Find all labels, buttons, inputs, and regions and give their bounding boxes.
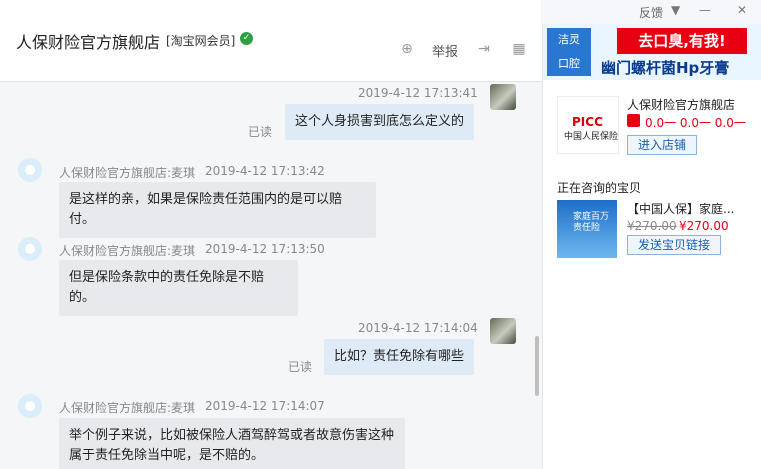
sender-name: 人保财险官方旗舰店:麦琪 <box>59 401 196 415</box>
grid-icon[interactable]: ▦ <box>510 40 528 58</box>
window-controls: 反馈 ▼ — ✕ <box>541 0 761 24</box>
shop-sidebar: 洁灵 口腔 去口臭,有我! 幽门螺杆菌Hp牙膏 PICC 中国人民保险 人保财险官… <box>542 24 761 469</box>
shop-rating: 0.0一 0.0一 0.0一 <box>645 116 746 130</box>
menu-dropdown-icon[interactable]: ▼ <box>671 3 680 17</box>
sender-name: 人保财险官方旗舰店:麦琪 <box>59 244 196 258</box>
ad-headline: 去口臭,有我! <box>617 28 747 54</box>
message-time: 2019-4-12 17:13:41 <box>358 86 478 100</box>
message-time: 2019-4-12 17:14:07 <box>205 399 325 413</box>
shop-rating-icon <box>627 114 640 127</box>
close-button[interactable]: ✕ <box>737 3 747 17</box>
report-button[interactable]: 举报 <box>432 41 458 60</box>
ad-brand-logo: 洁灵 口腔 <box>547 28 591 76</box>
read-status: 已读 <box>248 125 273 139</box>
avatar[interactable] <box>490 84 516 110</box>
message-bubble: 是这样的亲，如果是保险责任范围内的是可以赔付。 <box>59 182 376 238</box>
enter-shop-button[interactable]: 进入店铺 <box>627 135 697 155</box>
message-time: 2019-4-12 17:13:50 <box>205 242 325 256</box>
message-bubble: 但是保险条款中的责任免除是不赔的。 <box>59 260 298 316</box>
message-bubble: 比如？责任免除有哪些 <box>324 339 474 375</box>
consulting-label: 正在咨询的宝贝 <box>557 181 642 195</box>
ad-banner[interactable]: 洁灵 口腔 去口臭,有我! 幽门螺杆菌Hp牙膏 <box>543 24 761 80</box>
avatar[interactable] <box>18 394 42 418</box>
ad-subline: 幽门螺杆菌Hp牙膏 <box>601 59 730 77</box>
product-image[interactable]: 家庭百万责任险 <box>557 200 617 258</box>
message-bubble: 举个例子来说，比如被保险人酒驾醉驾或者故意伤害这种属于责任免除当中呢，是不赔的。 <box>59 418 405 469</box>
minimize-button[interactable]: — <box>699 3 711 17</box>
original-price: ¥270.00 <box>627 219 677 233</box>
scrollbar-thumb[interactable] <box>535 336 539 396</box>
read-status: 已读 <box>288 360 313 374</box>
message-bubble: 这个人身损害到底怎么定义的 <box>285 104 474 140</box>
chat-header: 人保财险官方旗舰店 [淘宝网会员] ✓ ⊕ 举报 ⇥ ▦ <box>0 0 542 82</box>
product-title[interactable]: 【中国人保】家庭... <box>627 200 734 217</box>
share-icon[interactable]: ⇥ <box>475 40 493 58</box>
message-time: 2019-4-12 17:13:42 <box>205 164 325 178</box>
message-list[interactable]: 2019-4-12 17:13:41 这个人身损害到底怎么定义的 已读 人保财险… <box>0 82 542 469</box>
avatar[interactable] <box>18 158 42 182</box>
send-product-link-button[interactable]: 发送宝贝链接 <box>627 235 721 255</box>
shop-name[interactable]: 人保财险官方旗舰店 <box>16 29 160 53</box>
avatar[interactable] <box>490 318 516 344</box>
shop-logo[interactable]: PICC 中国人民保险 <box>557 96 619 154</box>
verified-icon: ✓ <box>240 32 253 45</box>
message-time: 2019-4-12 17:14:04 <box>358 321 478 335</box>
sidebar-shop-name: 人保财险官方旗舰店 <box>627 98 736 112</box>
avatar[interactable] <box>18 237 42 261</box>
member-tag: [淘宝网会员] <box>166 34 236 48</box>
sender-name: 人保财险官方旗舰店:麦琪 <box>59 166 196 180</box>
feedback-link[interactable]: 反馈 <box>639 4 663 21</box>
add-contact-icon[interactable]: ⊕ <box>398 40 416 58</box>
sale-price: ¥270.00 <box>679 219 729 233</box>
chat-window: 人保财险官方旗舰店 [淘宝网会员] ✓ ⊕ 举报 ⇥ ▦ 反馈 ▼ — ✕ 20… <box>0 0 761 469</box>
